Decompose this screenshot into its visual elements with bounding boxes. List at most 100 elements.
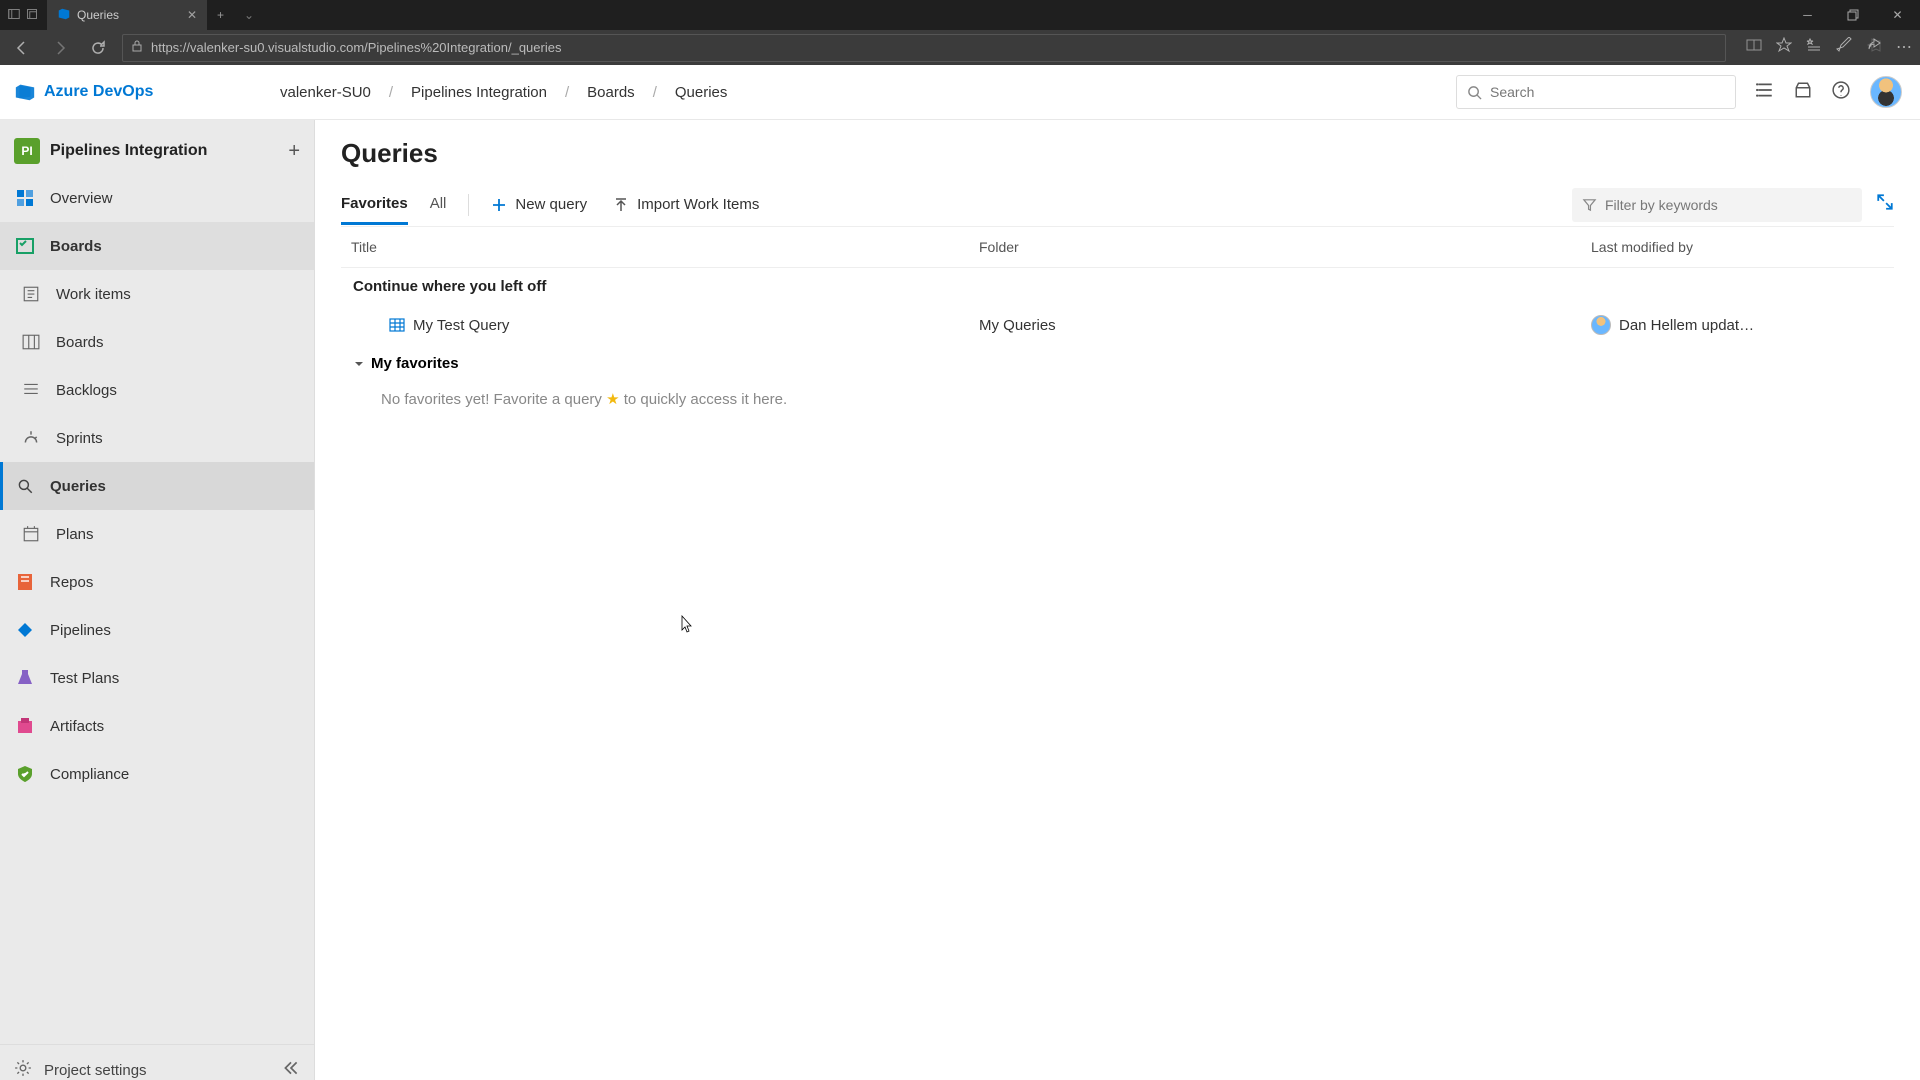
sidebar-item-plans[interactable]: Plans xyxy=(0,510,314,558)
new-query-button[interactable]: New query xyxy=(491,196,587,213)
url-field[interactable]: https://valenker-su0.visualstudio.com/Pi… xyxy=(122,34,1726,62)
query-modified: Dan Hellem updat… xyxy=(1619,317,1754,334)
boards-icon xyxy=(14,235,36,257)
project-name: Pipelines Integration xyxy=(50,142,207,160)
import-work-items-button[interactable]: Import Work Items xyxy=(613,196,759,213)
project-badge: PI xyxy=(14,138,40,164)
board-icon xyxy=(20,331,42,353)
page-toolbar: Favorites All New query Import Work Item… xyxy=(341,183,1894,227)
sidebar-item-queries[interactable]: Queries xyxy=(0,462,314,510)
tab-chevron-icon[interactable]: ⌄ xyxy=(234,8,264,22)
sidebar-item-test-plans[interactable]: Test Plans xyxy=(0,654,314,702)
sidebar-item-backlogs[interactable]: Backlogs xyxy=(0,366,314,414)
work-items-tray-icon[interactable] xyxy=(1756,81,1774,104)
sidebar-label: Overview xyxy=(50,190,113,207)
sidebar-label: Pipelines xyxy=(50,622,111,639)
section-my-favorites[interactable]: My favorites xyxy=(341,345,1894,382)
sidebar-label: Backlogs xyxy=(56,382,117,399)
fullscreen-icon[interactable] xyxy=(1876,193,1894,216)
new-tab-button[interactable]: + xyxy=(207,8,234,22)
mouse-cursor-icon xyxy=(680,615,694,640)
sidebar-label: Repos xyxy=(50,574,93,591)
browser-titlebar: Queries ✕ + ⌄ ─ ✕ xyxy=(0,0,1920,30)
query-title: My Test Query xyxy=(413,317,509,334)
sidebar-item-sprints[interactable]: Sprints xyxy=(0,414,314,462)
favorite-star-icon[interactable] xyxy=(1776,37,1792,58)
reading-view-icon[interactable] xyxy=(1746,37,1762,58)
refresh-button[interactable] xyxy=(84,34,112,62)
sidebar-label: Work items xyxy=(56,286,131,303)
sidebar-item-compliance[interactable]: Compliance xyxy=(0,750,314,798)
sidebar-item-overview[interactable]: Overview xyxy=(0,174,314,222)
browser-tab[interactable]: Queries ✕ xyxy=(47,0,207,30)
sidebar-item-repos[interactable]: Repos xyxy=(0,558,314,606)
sidebar-label: Compliance xyxy=(50,766,129,783)
global-search-input[interactable]: Search xyxy=(1456,75,1736,109)
query-row[interactable]: My Test Query My Queries Dan Hellem upda… xyxy=(341,305,1894,345)
gear-icon xyxy=(14,1059,32,1080)
lock-icon xyxy=(131,39,143,57)
sidebar-label: Boards xyxy=(50,238,102,255)
chevron-down-icon xyxy=(353,358,365,370)
plans-icon xyxy=(20,523,42,545)
marketplace-icon[interactable] xyxy=(1794,81,1812,104)
sidebar-label: Queries xyxy=(50,478,106,495)
search-placeholder: Search xyxy=(1490,84,1534,100)
col-header-folder[interactable]: Folder xyxy=(979,239,1591,255)
tab-aside-icon[interactable] xyxy=(8,8,20,23)
sidebar-item-pipelines[interactable]: Pipelines xyxy=(0,606,314,654)
compliance-icon xyxy=(14,763,36,785)
backlogs-icon xyxy=(20,379,42,401)
back-button[interactable] xyxy=(8,34,36,62)
section-continue: Continue where you left off xyxy=(341,268,1894,305)
sidebar-item-boards-group[interactable]: Boards xyxy=(0,222,314,270)
notes-icon[interactable] xyxy=(1836,37,1852,58)
url-text: https://valenker-su0.visualstudio.com/Pi… xyxy=(151,40,561,55)
sidebar-label: Artifacts xyxy=(50,718,104,735)
col-header-modified[interactable]: Last modified by xyxy=(1591,239,1884,255)
tab-all[interactable]: All xyxy=(430,185,447,225)
more-icon[interactable]: ⋯ xyxy=(1896,37,1912,58)
azure-devops-favicon-icon xyxy=(57,7,71,24)
sidebar-item-work-items[interactable]: Work items xyxy=(0,270,314,318)
add-button[interactable]: + xyxy=(288,140,300,163)
sidebar-item-artifacts[interactable]: Artifacts xyxy=(0,702,314,750)
user-avatar-small xyxy=(1591,315,1611,335)
breadcrumb-project[interactable]: Pipelines Integration xyxy=(411,84,547,101)
user-avatar[interactable] xyxy=(1870,76,1902,108)
col-header-title[interactable]: Title xyxy=(351,239,979,255)
repos-icon xyxy=(14,571,36,593)
favorites-empty-text: No favorites yet! Favorite a query ★ to … xyxy=(341,382,1894,416)
azure-devops-logo-icon xyxy=(14,81,36,103)
action-label: New query xyxy=(515,196,587,213)
collapse-sidebar-icon[interactable] xyxy=(282,1059,300,1080)
brand-text: Azure DevOps xyxy=(44,83,153,101)
separator-icon: / xyxy=(565,84,569,101)
sidebar-item-boards[interactable]: Boards xyxy=(0,318,314,366)
forward-button[interactable] xyxy=(46,34,74,62)
window-minimize-button[interactable]: ─ xyxy=(1785,0,1830,30)
breadcrumb-org[interactable]: valenker-SU0 xyxy=(280,84,371,101)
star-icon: ★ xyxy=(606,391,619,408)
project-header[interactable]: PI Pipelines Integration + xyxy=(0,128,314,174)
window-maximize-button[interactable] xyxy=(1830,0,1875,30)
filter-keywords-input[interactable]: Filter by keywords xyxy=(1572,188,1862,222)
column-headers: Title Folder Last modified by xyxy=(341,227,1894,268)
close-tab-icon[interactable]: ✕ xyxy=(187,8,197,22)
favorites-list-icon[interactable] xyxy=(1806,37,1822,58)
tab-favorites[interactable]: Favorites xyxy=(341,185,408,225)
action-label: Import Work Items xyxy=(637,196,759,213)
sidebar-label: Sprints xyxy=(56,430,103,447)
window-close-button[interactable]: ✕ xyxy=(1875,0,1920,30)
sidebar: PI Pipelines Integration + Overview Boar… xyxy=(0,120,315,1080)
brand[interactable]: Azure DevOps xyxy=(10,81,250,103)
project-settings-label: Project settings xyxy=(44,1062,147,1079)
breadcrumb: valenker-SU0 / Pipelines Integration / B… xyxy=(280,84,727,101)
share-icon[interactable] xyxy=(1866,37,1882,58)
sidebar-item-project-settings[interactable]: Project settings xyxy=(0,1044,314,1080)
tab-preview-icon[interactable] xyxy=(26,8,38,23)
help-icon[interactable] xyxy=(1832,81,1850,104)
divider xyxy=(468,194,469,216)
breadcrumb-page[interactable]: Queries xyxy=(675,84,728,101)
breadcrumb-area[interactable]: Boards xyxy=(587,84,635,101)
